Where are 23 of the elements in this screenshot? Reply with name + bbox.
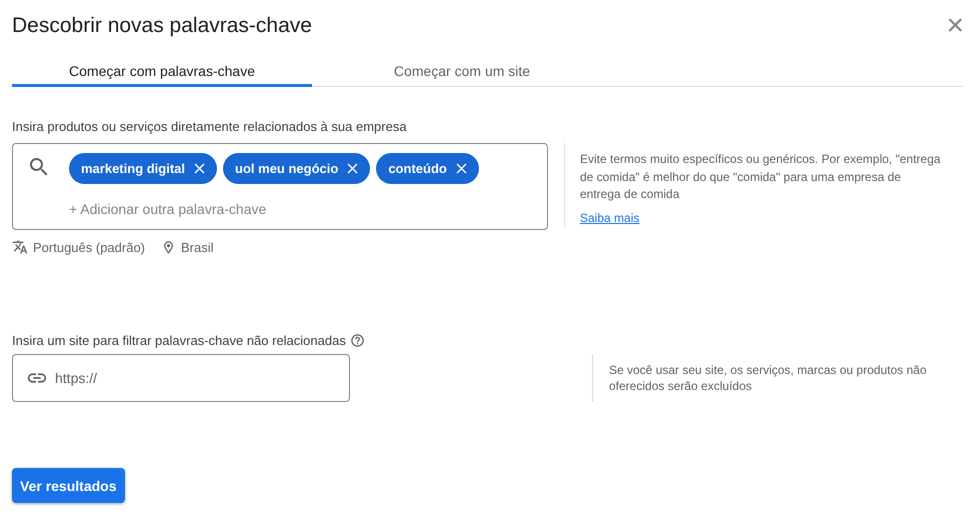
chip-label: uol meu negócio [235, 161, 338, 176]
tab[interactable]: Começar com palavras-chave [12, 48, 312, 87]
field-label: Insira produtos ou serviços diretamente relacionados à sua empresa [12, 119, 408, 134]
hint-text: Se você usar seu site, os serviços, marcas ou produtos não oferecidos serão excluídos [592, 354, 942, 402]
add-keyword-input[interactable]: + Adicionar outra palavra-chave [69, 201, 329, 217]
chip-label: marketing digital [81, 161, 186, 176]
close-button[interactable]: × [946, 14, 964, 38]
tab[interactable]: Começar com um site [312, 48, 612, 87]
location-label: Brasil [181, 240, 214, 254]
see-results-button[interactable]: Ver resultados [12, 468, 124, 503]
learn-more-link[interactable]: Saiba mais [580, 210, 640, 227]
hint-text: Evite termos muito específicos ou genéricos. Por exemplo, "entrega de comida" é melhor do que "comida" para uma empresa de entrega de comida [580, 151, 942, 203]
keyword-chip[interactable]: marketing digital [69, 153, 218, 184]
chip-label: conteúdo [388, 161, 447, 176]
language-label: Português (padrão) [33, 240, 146, 254]
help-icon [350, 333, 365, 348]
keyword-chip[interactable]: conteúdo [376, 153, 479, 184]
field-label: Insira um site para filtrar palavras-chave não relacionadas [12, 333, 346, 348]
keyword-chip[interactable]: uol meu negócio [223, 153, 370, 184]
keyword-field[interactable]: marketing digital uol meu negócio conteúdo + Adicionar outra palavra-chave [12, 143, 548, 230]
dialog-title: Descobrir novas palavras-chave [12, 14, 312, 38]
translate-icon [12, 239, 28, 255]
website-field[interactable]: https:// [12, 354, 350, 402]
